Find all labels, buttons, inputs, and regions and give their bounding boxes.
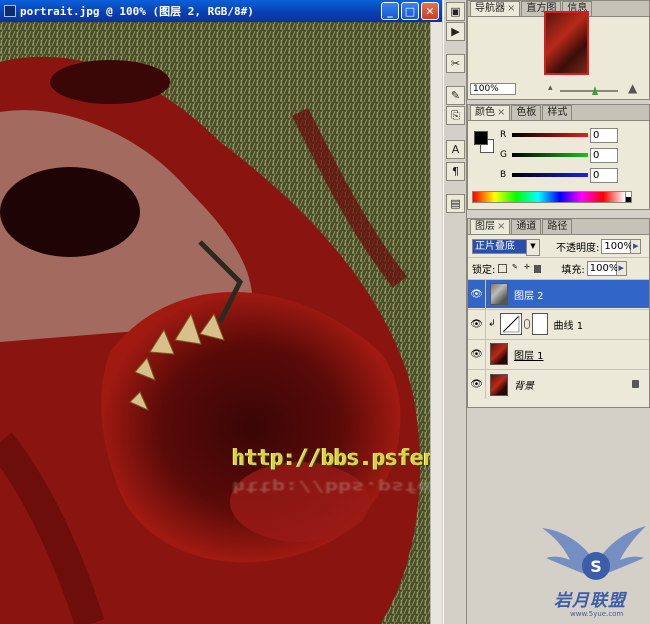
layer-mask-thumbnail[interactable] xyxy=(531,313,548,335)
photoshop-doc-icon xyxy=(4,5,16,17)
brush-icon[interactable]: ✎ xyxy=(446,86,465,105)
watermark-reflection: http://bbs.psfeng.cn/ xyxy=(232,477,430,496)
lock-icon xyxy=(632,380,639,388)
zoom-in-icon[interactable]: ▲ xyxy=(628,81,637,95)
clipping-arrow-icon: ↲ xyxy=(488,319,496,329)
tab-paths[interactable]: 路径 xyxy=(542,219,573,234)
eye-icon[interactable]: 👁 xyxy=(468,279,486,309)
logo-text: 岩月联盟 xyxy=(554,591,626,611)
blue-value-field[interactable]: 0 xyxy=(590,167,618,183)
navigator-body: 100% ▴ ▲ xyxy=(468,11,649,99)
green-label: G xyxy=(500,150,507,160)
panel-dock-toolstrip: ▣ ▶ ✂ ✎ ⎘ A ¶ ▤ xyxy=(443,0,467,624)
close-button[interactable]: ✕ xyxy=(421,2,439,20)
color-body: R 0 G 0 B 0 xyxy=(468,121,649,209)
green-slider[interactable] xyxy=(512,153,588,157)
layer-row-curves1[interactable]: 👁 ↲ 曲线 1 xyxy=(468,309,649,339)
maximize-button[interactable]: □ xyxy=(401,2,419,20)
green-value-field[interactable]: 0 xyxy=(590,147,618,163)
lock-all-icon[interactable] xyxy=(534,264,542,273)
layer-thumbnail xyxy=(490,283,508,305)
actions-icon[interactable]: ▶ xyxy=(446,22,465,41)
tools-icon[interactable]: ✂ xyxy=(446,54,465,73)
character-icon[interactable]: A xyxy=(446,140,465,159)
navigator-panel: 导航器 × 直方图 信息 100% ▴ ▲ xyxy=(467,0,650,100)
eye-icon[interactable]: 👁 xyxy=(468,370,486,399)
tab-layers[interactable]: 图层 × xyxy=(470,219,511,234)
navigator-thumbnail[interactable] xyxy=(544,11,589,75)
blue-channel-row: B 0 xyxy=(500,167,618,183)
navigator-zoom-field[interactable]: 100% xyxy=(470,83,516,95)
red-channel-row: R 0 xyxy=(500,127,618,143)
color-panel: 颜色 × 色板 样式 R 0 G 0 B 0 xyxy=(467,104,650,210)
document-titlebar[interactable]: portrait.jpg @ 100% (图层 2, RGB/8#) _ □ ✕ xyxy=(0,0,442,22)
color-spectrum-bar[interactable] xyxy=(472,191,626,203)
blend-mode-select[interactable]: 正片叠底 xyxy=(472,238,540,256)
layer-row-layer2[interactable]: 👁 图层 2 xyxy=(468,279,649,309)
mask-link-icon[interactable] xyxy=(523,319,530,329)
paragraph-icon[interactable]: ¶ xyxy=(446,162,465,181)
red-slider[interactable] xyxy=(512,133,588,137)
logo-url: www.5yue.com xyxy=(570,610,624,618)
tab-color[interactable]: 颜色 × xyxy=(470,105,511,120)
zoom-slider[interactable] xyxy=(560,90,618,92)
lock-pixels-icon[interactable]: ✎ xyxy=(510,264,519,273)
lock-label: 锁定: xyxy=(472,265,496,276)
navigator-icon[interactable]: ▣ xyxy=(446,2,465,21)
layer-name: 图层 2 xyxy=(514,290,544,302)
zombie-portrait-image xyxy=(0,22,430,624)
red-label: R xyxy=(500,130,507,140)
black-white-ramp[interactable] xyxy=(626,191,632,203)
lock-transparency-icon[interactable] xyxy=(498,264,508,273)
eye-icon[interactable]: 👁 xyxy=(468,309,486,339)
lock-fill-row: 锁定: ✎ ✛ 填充: 100% ▶ xyxy=(468,257,649,279)
tab-navigator[interactable]: 导航器 × xyxy=(470,1,521,16)
document-title: portrait.jpg @ 100% (图层 2, RGB/8#) xyxy=(20,5,254,18)
layers-body: 正片叠底 不透明度: 100% ▶ 锁定: ✎ ✛ 填充: 100% ▶ 👁 图… xyxy=(468,235,649,407)
layers-tabs: 图层 × 通道 路径 xyxy=(468,219,649,235)
photoshop-workspace: portrait.jpg @ 100% (图层 2, RGB/8#) _ □ ✕ xyxy=(0,0,650,624)
blend-opacity-row: 正片叠底 不透明度: 100% ▶ xyxy=(468,235,649,257)
window-controls: _ □ ✕ xyxy=(381,2,439,20)
blue-slider[interactable] xyxy=(512,173,588,177)
green-channel-row: G 0 xyxy=(500,147,618,163)
layer-row-background[interactable]: 👁 背景 xyxy=(468,369,649,399)
document-canvas[interactable]: http://bbs.psfeng.cn/ http://bbs.psfeng.… xyxy=(0,22,430,624)
layer-thumbnail xyxy=(490,343,508,365)
tab-channels[interactable]: 通道 xyxy=(511,219,542,234)
layer-name: 背景 xyxy=(514,381,534,392)
eye-icon[interactable]: 👁 xyxy=(468,339,486,369)
layer-thumbnail xyxy=(490,373,508,396)
fill-arrow-icon[interactable]: ▶ xyxy=(616,261,627,276)
layer-name: 图层 1 xyxy=(514,350,544,362)
foreground-color-swatch[interactable] xyxy=(474,131,488,145)
zoom-out-icon[interactable]: ▴ xyxy=(548,83,553,93)
fill-label: 填充: xyxy=(561,265,585,276)
curves-adjustment-icon xyxy=(499,313,522,335)
opacity-label: 不透明度: xyxy=(556,242,600,254)
opacity-arrow-icon[interactable]: ▶ xyxy=(631,238,642,254)
watermark-url: http://bbs.psfeng.cn/ xyxy=(232,446,430,471)
layer-name: 曲线 1 xyxy=(553,320,584,332)
svg-text:S: S xyxy=(590,557,602,576)
minimize-button[interactable]: _ xyxy=(381,2,399,20)
opacity-field[interactable]: 100% xyxy=(601,238,633,254)
tab-styles[interactable]: 样式 xyxy=(542,105,573,120)
red-value-field[interactable]: 0 xyxy=(590,127,618,143)
site-logo: S 岩月联盟 www.5yue.com xyxy=(540,520,648,624)
canvas-vertical-scrollbar[interactable] xyxy=(430,22,442,624)
layer-row-layer1[interactable]: 👁 图层 1 xyxy=(468,339,649,369)
fill-field[interactable]: 100% xyxy=(586,261,618,276)
document-window: portrait.jpg @ 100% (图层 2, RGB/8#) _ □ ✕ xyxy=(0,0,442,624)
layer-comps-icon[interactable]: ▤ xyxy=(446,194,465,213)
lock-position-icon[interactable]: ✛ xyxy=(522,264,531,273)
clone-icon[interactable]: ⎘ xyxy=(446,106,465,125)
wings-logo-icon: S xyxy=(542,526,646,580)
blue-label: B xyxy=(500,170,507,180)
color-tabs: 颜色 × 色板 样式 xyxy=(468,105,649,121)
layers-panel: 图层× 通道 路径 正片叠底 不透明度: 100% ▶ 锁定: ✎ ✛ 填充: … xyxy=(467,218,650,408)
tab-swatches[interactable]: 色板 xyxy=(511,105,542,120)
